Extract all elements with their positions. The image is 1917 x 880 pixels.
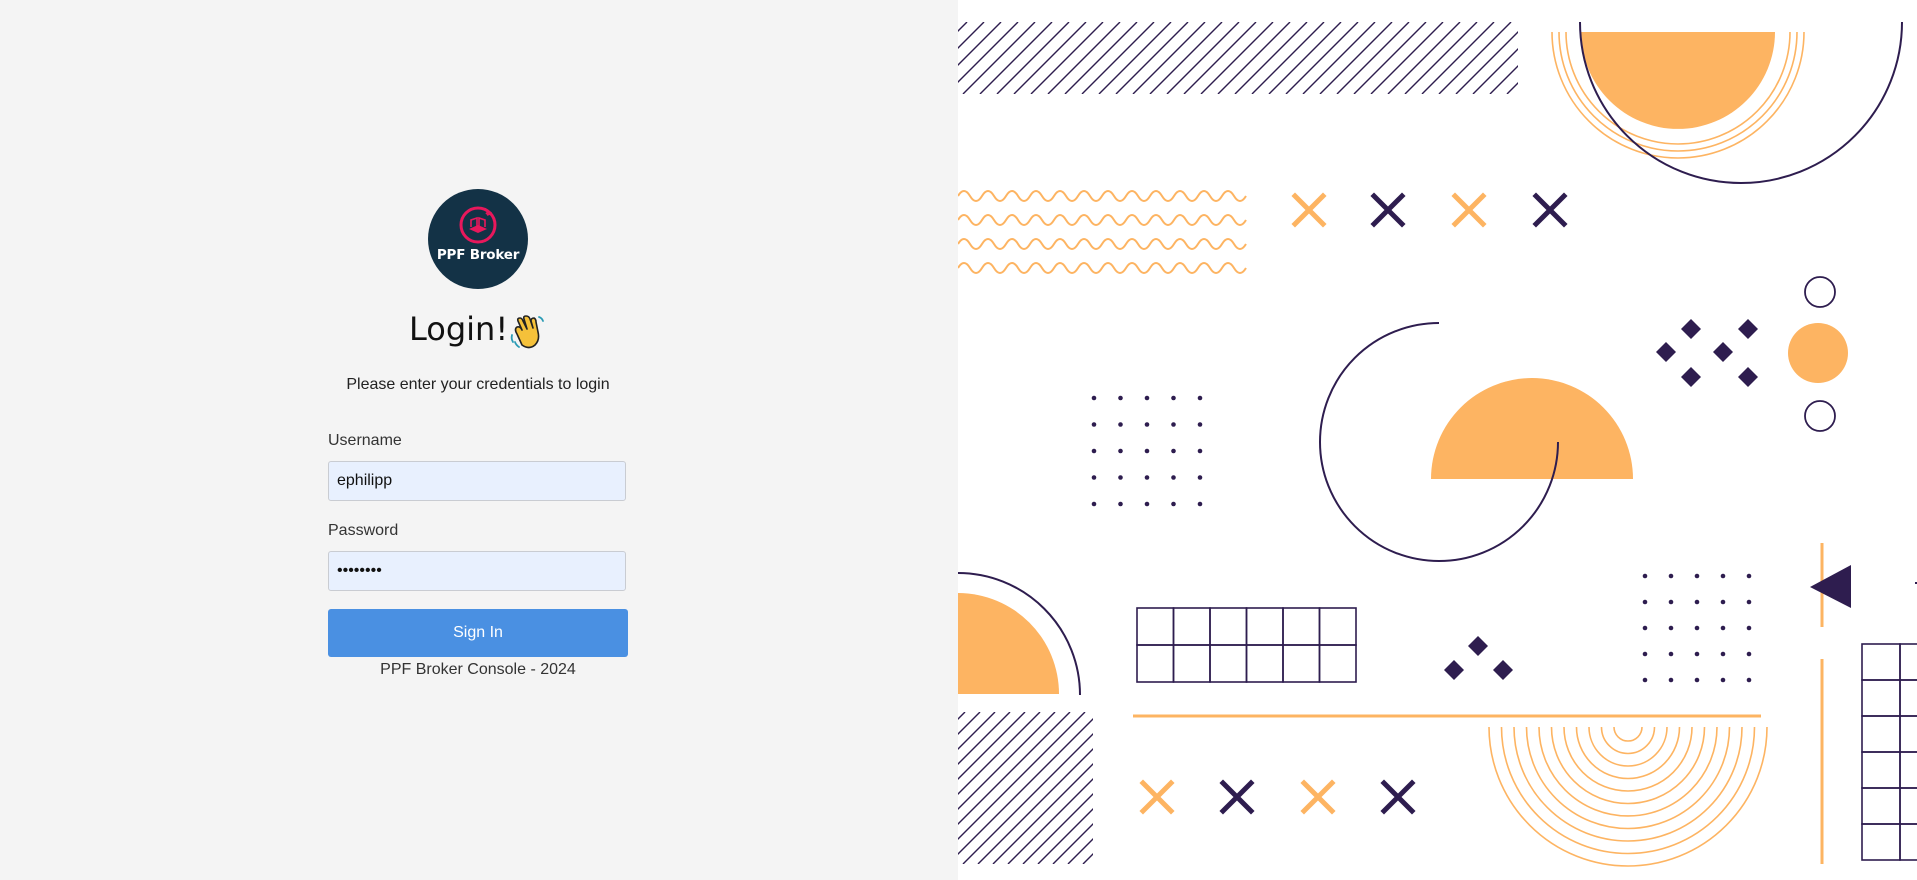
half-sun-top-right: [1551, 21, 1903, 184]
broker-emblem-icon: [459, 206, 497, 244]
decorative-pattern-panel: [958, 0, 1917, 880]
hatch-block-bottom: [958, 712, 1093, 864]
login-panel: PPF Broker Login! Please enter your cred…: [0, 0, 958, 880]
triangle-marker: [1810, 565, 1851, 608]
nested-arcs-bottom: [1488, 726, 1768, 867]
page-title: Login!: [409, 310, 509, 348]
x-marks-bottom: [1139, 779, 1416, 815]
diamond-cluster-bottom: [1444, 636, 1513, 680]
decorative-pattern-illustration: [958, 21, 1917, 867]
hatch-block-top: [958, 22, 1518, 94]
footer-text: PPF Broker Console - 2024: [380, 661, 576, 678]
dot-grid-left: [1091, 395, 1203, 507]
password-input[interactable]: [328, 551, 626, 591]
x-marks-top: [1291, 192, 1568, 228]
grid-right: [1861, 643, 1917, 861]
grid-center: [1136, 607, 1357, 683]
circle-trio: [1788, 276, 1848, 432]
username-label: Username: [328, 432, 402, 449]
waving-hand-icon: [510, 315, 544, 349]
half-sun-center: [1319, 322, 1633, 562]
username-input[interactable]: [328, 461, 626, 501]
wave-lines: [958, 190, 1247, 274]
dot-grid-right: [1642, 573, 1752, 683]
brand-logo: PPF Broker: [428, 189, 528, 289]
sign-in-button[interactable]: Sign In: [328, 609, 628, 657]
diamond-cluster-top: [1656, 319, 1758, 387]
password-label: Password: [328, 522, 399, 539]
login-subtitle: Please enter your credentials to login: [346, 376, 610, 393]
quarter-sun-left: [958, 572, 1081, 696]
brand-logo-text: PPF Broker: [436, 247, 520, 263]
